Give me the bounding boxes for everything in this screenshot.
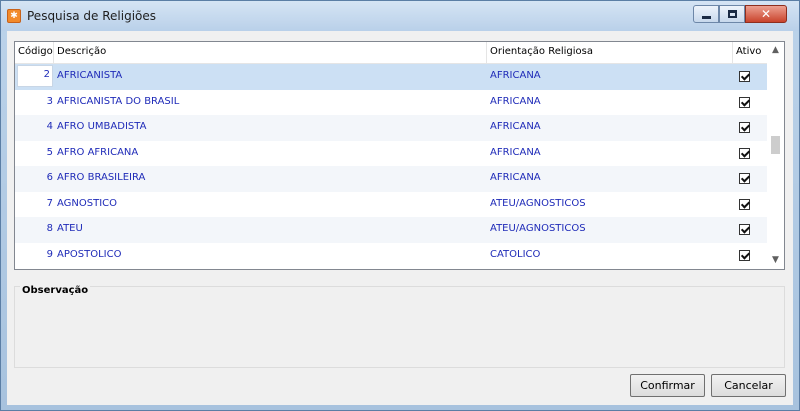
cell-descricao: ATEU — [57, 223, 83, 234]
cell-orientacao: AFRICANA — [490, 70, 541, 81]
ativo-checkbox[interactable] — [739, 249, 750, 261]
cell-descricao: AGNOSTICO — [57, 197, 118, 209]
column-header-ativo[interactable]: Ativo — [733, 42, 768, 64]
column-header-descricao[interactable]: Descrição — [54, 42, 487, 64]
ativo-checkbox[interactable] — [739, 147, 750, 159]
cell-codigo: 7 — [46, 197, 53, 209]
main-window: ✱ Pesquisa de Religiões ✕ Código Descriç… — [0, 0, 800, 411]
observacao-group[interactable]: Observação — [14, 285, 785, 368]
ativo-checkbox[interactable] — [739, 224, 750, 235]
scroll-down-icon[interactable]: ▼ — [767, 252, 784, 269]
column-header-codigo[interactable]: Código — [15, 42, 54, 64]
cell-orientacao: AFRICANA — [490, 121, 541, 132]
cancel-button[interactable]: Cancelar — [711, 374, 786, 397]
table-row[interactable]: 8 ATEU ATEU/AGNOSTICOS — [15, 217, 768, 243]
cell-descricao: AFRO UMBADISTA — [57, 121, 147, 132]
scroll-up-icon[interactable]: ▲ — [767, 42, 784, 59]
close-button[interactable]: ✕ — [745, 5, 787, 23]
column-header-orientacao[interactable]: Orientação Religiosa — [487, 42, 733, 64]
maximize-button[interactable] — [719, 5, 745, 23]
cell-descricao: APOSTOLICO — [57, 248, 122, 260]
grid-header: Código Descrição Orientação Religiosa At… — [15, 42, 768, 64]
minimize-icon — [702, 16, 711, 19]
ativo-checkbox[interactable] — [739, 198, 750, 210]
window-title: Pesquisa de Religiões — [27, 9, 157, 23]
cell-codigo: 5 — [46, 146, 53, 158]
cell-orientacao: AFRICANA — [490, 172, 541, 183]
ativo-checkbox[interactable] — [739, 71, 750, 82]
cell-codigo: 4 — [46, 121, 53, 132]
cell-descricao: AFRO BRASILEIRA — [57, 172, 146, 183]
table-row[interactable]: 3 AFRICANISTA DO BRASIL AFRICANA — [15, 90, 768, 116]
table-row[interactable]: 6 AFRO BRASILEIRA AFRICANA — [15, 166, 768, 192]
cell-orientacao: CATOLICO — [490, 248, 541, 260]
table-row[interactable]: 5 AFRO AFRICANA AFRICANA — [15, 141, 768, 167]
app-logo-icon: ✱ — [7, 9, 21, 23]
minimize-button[interactable] — [693, 5, 719, 23]
codigo-edit-field[interactable]: 2 — [17, 65, 53, 87]
cell-codigo: 6 — [46, 172, 53, 183]
cell-orientacao: ATEU/AGNOSTICOS — [490, 197, 586, 209]
cell-codigo: 8 — [46, 223, 53, 234]
title-bar[interactable]: ✱ Pesquisa de Religiões ✕ — [1, 1, 799, 31]
cell-orientacao: ATEU/AGNOSTICOS — [490, 223, 586, 234]
table-row[interactable]: 4 AFRO UMBADISTA AFRICANA — [15, 115, 768, 141]
cell-orientacao: AFRICANA — [490, 95, 541, 107]
cell-descricao: AFRO AFRICANA — [57, 146, 139, 158]
cell-orientacao: AFRICANA — [490, 146, 541, 158]
observacao-label: Observação — [20, 285, 91, 296]
cell-descricao: AFRICANISTA — [57, 70, 123, 81]
ativo-checkbox[interactable] — [739, 122, 750, 133]
ativo-checkbox[interactable] — [739, 173, 750, 184]
cell-codigo: 3 — [46, 95, 53, 107]
dialog-client-area: Código Descrição Orientação Religiosa At… — [7, 31, 793, 405]
cell-codigo: 9 — [46, 248, 53, 260]
religion-grid[interactable]: Código Descrição Orientação Religiosa At… — [14, 41, 785, 270]
window-controls: ✕ — [693, 5, 787, 23]
close-icon: ✕ — [760, 7, 772, 21]
maximize-icon — [728, 10, 737, 18]
vertical-scrollbar[interactable]: ▲ ▼ — [767, 42, 784, 269]
confirm-button[interactable]: Confirmar — [630, 374, 705, 397]
scroll-thumb[interactable] — [771, 136, 780, 154]
table-row[interactable]: 7 AGNOSTICO ATEU/AGNOSTICOS — [15, 192, 768, 218]
table-row[interactable]: 9 APOSTOLICO CATOLICO — [15, 243, 768, 269]
table-row[interactable]: 2 AFRICANISTA AFRICANA — [15, 64, 768, 90]
cell-descricao: AFRICANISTA DO BRASIL — [57, 95, 180, 107]
ativo-checkbox[interactable] — [739, 96, 750, 108]
